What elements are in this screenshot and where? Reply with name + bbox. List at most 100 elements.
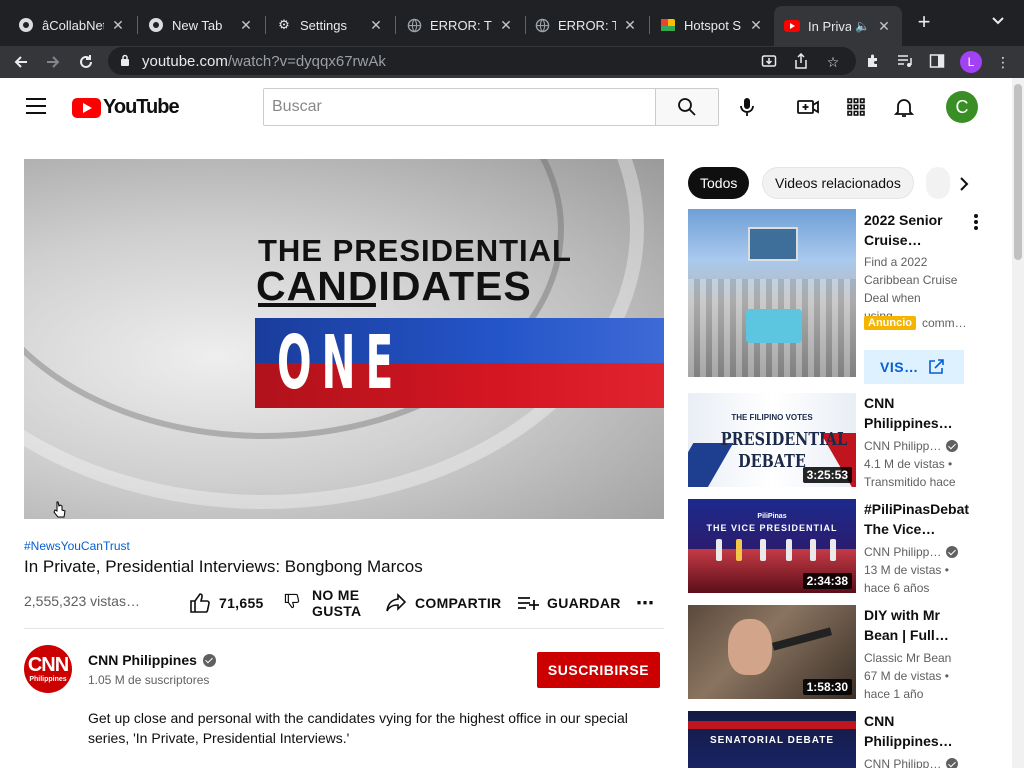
close-icon[interactable]: ✕ (238, 17, 254, 34)
thumb-decoration (688, 721, 856, 729)
browser-tab-error-1[interactable]: ERROR: Th ✕ (396, 8, 524, 42)
media-control-icon[interactable] (896, 53, 914, 71)
search-icon (678, 98, 696, 116)
close-icon[interactable]: ✕ (498, 17, 514, 34)
browser-tab-settings[interactable]: ⚙ Settings ✕ (266, 8, 394, 42)
flag-banner: ONE (255, 318, 664, 408)
ad-description: Find a 2022 Caribbean Cruise Deal when u… (864, 253, 964, 325)
youtube-header: YouTube C (0, 78, 1012, 136)
browser-tab-youtube-active[interactable]: In Priva 🔈 ✕ (774, 6, 902, 46)
notifications-bell-icon[interactable] (892, 95, 916, 119)
thumb-microphone (771, 627, 833, 651)
external-link-icon (929, 359, 944, 374)
related-meta: CNN Philipp… 4.1 M de vistas • Transmiti… (864, 437, 968, 491)
like-count: 71,655 (219, 595, 264, 611)
subscribe-button[interactable]: SUSCRIBIRSE (537, 652, 660, 688)
ad-title[interactable]: 2022 Senior Cruise… (864, 210, 964, 250)
related-title: CNN Philippines… (864, 393, 968, 433)
chip-related-videos[interactable]: Videos relacionados (762, 167, 914, 199)
menu-icon[interactable] (26, 98, 46, 114)
related-thumbnail[interactable]: SENATORIAL DEBATE (688, 711, 856, 768)
channel-name[interactable]: CNN Philippines (88, 652, 216, 668)
channel-avatar[interactable]: CNN Philippines (24, 645, 72, 693)
youtube-logo[interactable]: YouTube (72, 96, 180, 119)
youtube-play-icon (72, 97, 101, 118)
related-meta: CNN Philipp… 13 M de vistas • hace 6 año… (864, 543, 968, 597)
dislike-button[interactable]: NO ME GUSTA (284, 587, 361, 621)
more-vertical-icon[interactable]: ⋮ (994, 53, 1012, 71)
forward-button[interactable] (40, 49, 66, 75)
extensions-icon[interactable] (864, 53, 882, 71)
related-thumbnail[interactable]: PiliPinas THE VICE PRESIDENTIAL 2:34:38 (688, 499, 856, 593)
overlay-underline (258, 303, 376, 307)
url-text: youtube.com/watch?v=dyqqx67rwAk (142, 53, 386, 70)
apps-grid-icon[interactable] (844, 95, 868, 119)
video-description[interactable]: Get up close and personal with the candi… (88, 708, 658, 748)
share-button[interactable]: COMPARTIR (385, 586, 501, 620)
page-scrollbar[interactable] (1012, 78, 1024, 768)
share-label: COMPARTIR (415, 595, 502, 611)
bookmark-star-icon[interactable]: ☆ (824, 53, 842, 71)
tab-search-chevron-icon[interactable] (992, 13, 1004, 28)
related-age: hace 6 años (864, 581, 930, 595)
new-tab-button[interactable]: + (912, 11, 936, 35)
related-title: CNN Philippines… (864, 711, 968, 751)
related-title-line1: CNN (864, 713, 895, 729)
like-button[interactable]: 71,655 (189, 586, 264, 620)
install-app-icon[interactable] (760, 53, 778, 71)
side-panel-icon[interactable] (928, 53, 946, 71)
create-video-icon[interactable] (796, 95, 820, 119)
search-input[interactable] (263, 88, 656, 126)
video-hashtag[interactable]: #NewsYouCanTrust (24, 539, 130, 553)
view-count[interactable]: 2,555,323 vistas… (24, 593, 140, 609)
related-video-item[interactable]: PiliPinas THE VICE PRESIDENTIAL 2:34:38 … (688, 499, 978, 595)
speaker-icon[interactable]: 🔈 (855, 19, 870, 33)
related-thumbnail[interactable]: 1:58:30 (688, 605, 856, 699)
ad-visit-button[interactable]: VIS… (864, 350, 964, 384)
search-button[interactable] (655, 88, 719, 126)
chip-partial[interactable] (926, 167, 950, 199)
browser-tab-new-tab[interactable]: New Tab ✕ (138, 8, 264, 42)
chip-next-chevron-icon[interactable] (952, 172, 976, 196)
microphone-icon[interactable] (735, 95, 759, 119)
ad-domain: comm… (922, 316, 967, 330)
related-video-item[interactable]: 1:58:30 DIY with Mr Bean | Full… Classic… (688, 605, 978, 701)
scrollbar-thumb[interactable] (1014, 84, 1022, 260)
address-bar[interactable]: youtube.com/watch?v=dyqqx67rwAk ☆ (108, 47, 856, 75)
browser-tab-hotspot[interactable]: Hotspot Sh ✕ (650, 8, 774, 42)
account-avatar[interactable]: C (946, 91, 978, 123)
thumb-text-line1: PRESIDENTIAL (720, 429, 848, 450)
video-overlay-title-line3: ONE (277, 320, 404, 406)
related-video-item[interactable]: THE FILIPINO VOTES PRESIDENTIAL DEBATE 3… (688, 393, 978, 489)
tab-title: ERROR: Th (558, 17, 616, 33)
browser-tab-collabnet[interactable]: âCollabNet ✕ (8, 8, 136, 42)
save-button[interactable]: GUARDAR (517, 586, 621, 620)
close-icon[interactable]: ✕ (368, 17, 384, 34)
related-video-item[interactable]: SENATORIAL DEBATE CNN Philippines… CNN P… (688, 711, 978, 768)
related-channel-name: CNN Philipp… (864, 545, 942, 559)
ad-badge: Anuncio (864, 316, 916, 330)
lock-icon[interactable] (120, 54, 130, 66)
more-actions-icon[interactable]: ⋯ (636, 586, 654, 620)
close-icon[interactable]: ✕ (622, 17, 638, 34)
video-player[interactable]: THE PRESIDENTIAL CANDIDATES ONE (24, 159, 664, 519)
profile-avatar[interactable]: L (960, 51, 982, 73)
reload-button[interactable] (73, 49, 99, 75)
back-button[interactable] (8, 49, 34, 75)
related-views: 67 M de vistas • (864, 669, 949, 683)
related-channel-name: Classic Mr Bean (864, 651, 952, 665)
close-icon[interactable]: ✕ (110, 17, 126, 34)
thumb-text-small: THE FILIPINO VOTES (731, 413, 813, 422)
related-thumbnail[interactable]: THE FILIPINO VOTES PRESIDENTIAL DEBATE 3… (688, 393, 856, 487)
verified-check-icon (946, 546, 959, 558)
chrome-icon (18, 17, 34, 33)
browser-toolbar: youtube.com/watch?v=dyqqx67rwAk ☆ L ⋮ (0, 46, 1024, 78)
back-arrow-icon (14, 56, 27, 68)
ad-more-vertical-icon[interactable] (968, 212, 984, 232)
ad-thumbnail[interactable] (688, 209, 856, 377)
close-icon[interactable]: ✕ (876, 18, 892, 35)
close-icon[interactable]: ✕ (748, 17, 764, 34)
browser-tab-error-2[interactable]: ERROR: Th ✕ (524, 8, 648, 42)
share-icon[interactable] (792, 52, 810, 71)
chip-all[interactable]: Todos (688, 167, 750, 199)
